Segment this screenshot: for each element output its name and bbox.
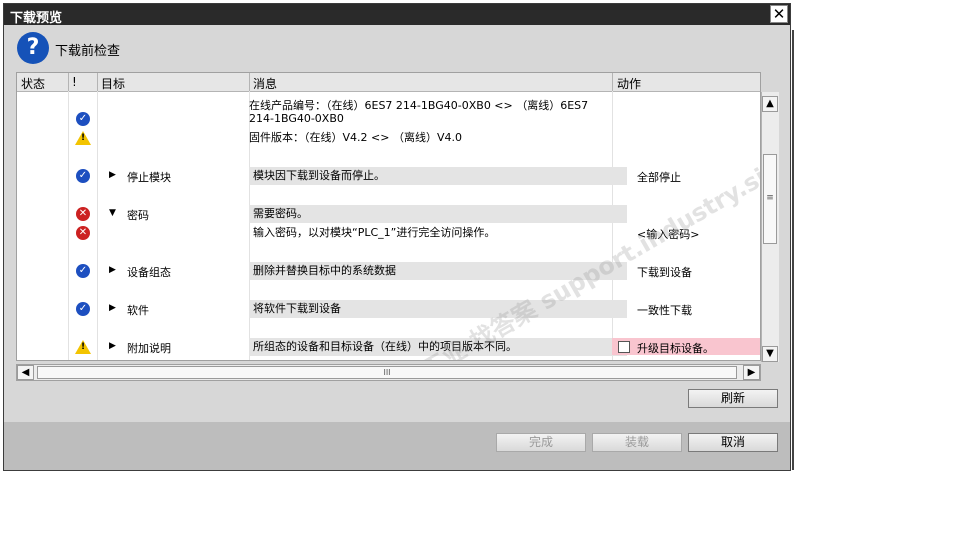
col-alert[interactable]: !	[72, 75, 77, 89]
warning-icon: !	[75, 131, 91, 145]
close-icon[interactable]: ✕	[770, 5, 788, 23]
dialog-footer: 完成 装载 取消	[4, 422, 790, 470]
target-cell: 软件	[127, 304, 149, 317]
col-target[interactable]: 目标	[101, 75, 125, 92]
horizontal-scroll-thumb[interactable]: III	[37, 366, 737, 379]
expand-arrow-icon[interactable]: ▶	[109, 341, 116, 351]
target-cell: 密码	[127, 209, 149, 222]
col-action[interactable]: 动作	[617, 75, 641, 92]
expand-arrow-icon[interactable]: ▶	[109, 170, 116, 180]
refresh-button[interactable]: 刷新	[688, 389, 778, 408]
window-title: 下载预览	[10, 11, 63, 26]
check-table: 状态 ! 目标 消息 动作 ✓ 在线产品编号：（在线）6ES7 214-1BG4…	[16, 72, 761, 361]
title-bar: 下载预览 ✕	[4, 4, 790, 26]
message-cell: 固件版本：（在线）V4.2 <> （离线）V4.0	[249, 131, 462, 144]
col-message[interactable]: 消息	[253, 75, 277, 92]
scroll-right-icon[interactable]: ▶	[743, 365, 760, 380]
question-icon: ?	[17, 32, 49, 64]
ok-icon: ✓	[76, 264, 90, 278]
expand-arrow-icon[interactable]: ▶	[109, 303, 116, 313]
action-cell[interactable]: 全部停止	[637, 169, 681, 185]
ok-icon: ✓	[76, 302, 90, 316]
scroll-down-icon[interactable]: ▼	[762, 346, 778, 362]
col-status[interactable]: 状态	[21, 75, 45, 92]
finish-button[interactable]: 完成	[496, 433, 586, 452]
action-cell[interactable]: 下载到设备	[637, 264, 692, 280]
horizontal-scrollbar[interactable]: ◀ III ▶	[16, 364, 761, 381]
scroll-up-icon[interactable]: ▲	[762, 96, 778, 112]
vertical-scrollbar[interactable]: ▲ ≡ ▼	[761, 92, 779, 362]
collapse-arrow-icon[interactable]: ▼	[109, 208, 116, 218]
action-cell: 升级目标设备。	[637, 342, 714, 355]
background-window-edge	[792, 30, 794, 470]
target-cell: 停止模块	[127, 171, 171, 184]
warning-icon: !	[75, 340, 91, 354]
error-icon: ✕	[76, 207, 90, 221]
message-cell: 模块因下载到设备而停止。	[253, 169, 385, 182]
load-button[interactable]: 装载	[592, 433, 682, 452]
action-cell[interactable]: 一致性下载	[637, 302, 692, 318]
expand-arrow-icon[interactable]: ▶	[109, 265, 116, 275]
upgrade-checkbox[interactable]	[618, 341, 630, 353]
vertical-scroll-thumb[interactable]: ≡	[763, 154, 777, 244]
target-cell: 设备组态	[127, 266, 171, 279]
error-icon: ✕	[76, 226, 90, 240]
scroll-left-icon[interactable]: ◀	[17, 365, 34, 380]
ok-icon: ✓	[76, 112, 90, 126]
cancel-button[interactable]: 取消	[688, 433, 778, 452]
download-preview-dialog: 下载预览 ✕ ? 下载前检查 状态 ! 目标 消息 动作 ✓ 在线产品编号：（在…	[3, 3, 791, 471]
message-cell: 输入密码，以对模块“PLC_1”进行完全访问操作。	[253, 226, 496, 239]
message-cell: 在线产品编号：（在线）6ES7 214-1BG40-0XB0 <> （离线）6E…	[249, 99, 589, 125]
table-header: 状态 ! 目标 消息 动作	[17, 73, 760, 92]
target-cell: 附加说明	[127, 342, 171, 355]
header-text: 下载前检查	[55, 44, 121, 59]
message-cell: 需要密码。	[253, 207, 308, 220]
ok-icon: ✓	[76, 169, 90, 183]
